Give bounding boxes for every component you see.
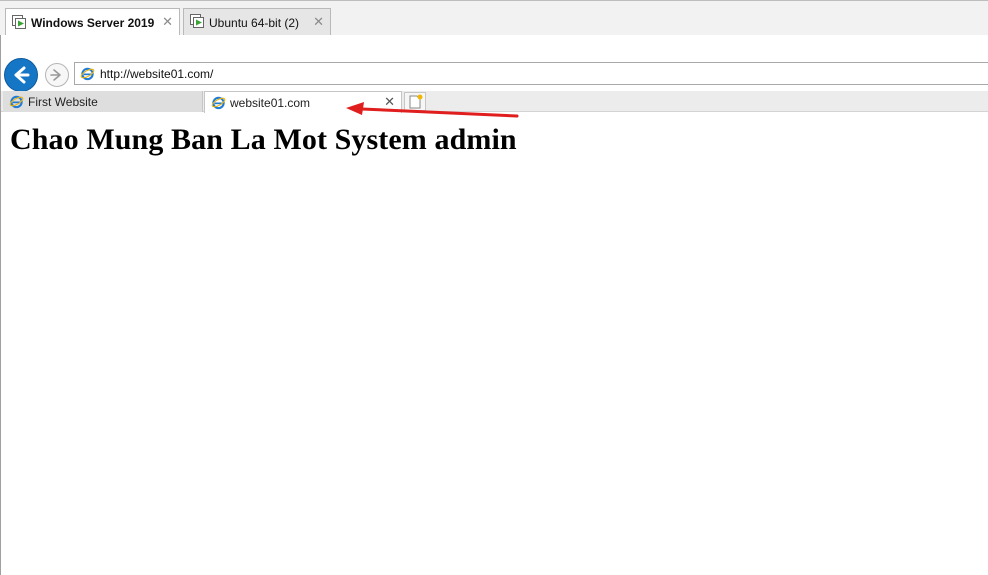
address-bar[interactable]: http://website01.com/ bbox=[74, 62, 988, 85]
address-url: http://website01.com/ bbox=[100, 66, 214, 81]
vm-play-icon bbox=[190, 14, 204, 31]
vm-tab-windows-server[interactable]: Windows Server 2019 ✕ bbox=[5, 8, 180, 37]
close-icon[interactable]: ✕ bbox=[313, 15, 324, 28]
vm-tab-label: Windows Server 2019 bbox=[31, 16, 155, 30]
tab-website01[interactable]: website01.com ✕ bbox=[204, 91, 402, 113]
forward-button[interactable] bbox=[45, 63, 69, 87]
tab-first-website[interactable]: First Website bbox=[3, 91, 203, 112]
page-heading: Chao Mung Ban La Mot System admin bbox=[10, 123, 517, 156]
vm-tab-bar: Windows Server 2019 ✕ Ubuntu 64-bit (2) … bbox=[0, 0, 988, 37]
tab-label: website01.com bbox=[230, 95, 311, 110]
vm-play-icon bbox=[12, 14, 26, 32]
back-button[interactable] bbox=[4, 58, 38, 92]
browser-tab-bar: First Website website01.com ✕ bbox=[1, 91, 988, 113]
browser-window: http://website01.com/ First Website webs… bbox=[0, 35, 988, 575]
tab-label: First Website bbox=[28, 94, 98, 109]
ie-icon bbox=[211, 95, 226, 110]
page-content: Chao Mung Ban La Mot System admin bbox=[10, 123, 517, 157]
back-arrow-icon bbox=[14, 66, 30, 84]
ie-icon bbox=[9, 94, 24, 109]
vm-tab-ubuntu[interactable]: Ubuntu 64-bit (2) ✕ bbox=[183, 8, 331, 36]
forward-arrow-icon bbox=[50, 69, 61, 81]
close-tab-icon[interactable]: ✕ bbox=[384, 95, 395, 108]
close-icon[interactable]: ✕ bbox=[162, 15, 173, 28]
new-tab-icon bbox=[409, 94, 423, 109]
ie-icon bbox=[80, 66, 95, 81]
new-tab-button[interactable] bbox=[404, 92, 426, 111]
vm-tab-label: Ubuntu 64-bit (2) bbox=[209, 15, 300, 30]
navigation-bar: http://website01.com/ bbox=[1, 57, 988, 92]
